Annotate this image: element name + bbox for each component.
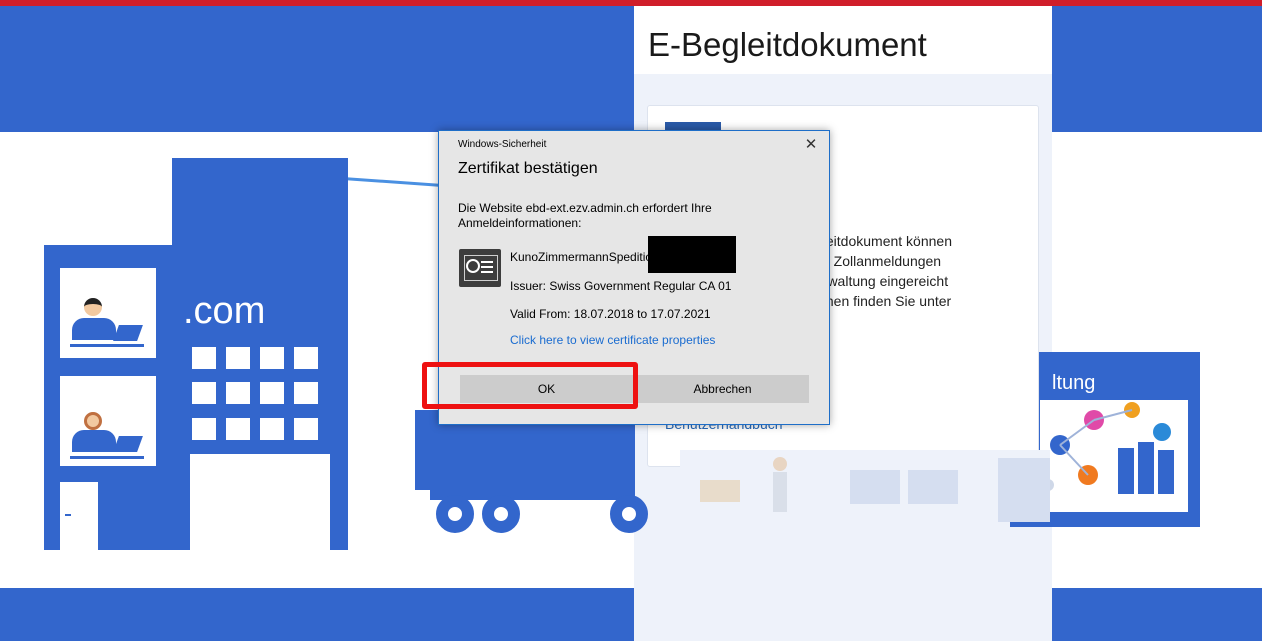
banner-band-bottom-left [0,588,634,641]
dialog-caption: Windows-Sicherheit [458,139,547,150]
tower-window [226,382,250,404]
desk-line [70,456,144,459]
certificate-line [481,261,493,263]
banner-band-top-left [0,6,634,132]
illustration-com-label: .com [183,290,266,332]
truck-wheel-icon [436,495,474,533]
door-handle [65,514,71,516]
tower-window [192,347,216,369]
tower-window [192,382,216,404]
banner-band-top-right [1052,6,1262,132]
person-head-icon [84,298,102,316]
tower-window [226,347,250,369]
card-text-line-2: ec Zollanmeldungen [815,253,942,269]
ok-highlight-annotation [422,362,638,409]
illustration-office-tower-base [190,454,330,550]
person-body-icon [72,430,116,452]
certificate-validity: Valid From: 18.07.2018 to 17.07.2021 [510,307,711,321]
tower-window [260,382,284,404]
illustration-window-lower [60,376,156,466]
card-text-line-4: ionen finden Sie unter [815,293,952,309]
redaction-block [648,236,736,273]
certificate-issuer: Issuer: Swiss Government Regular CA 01 [510,279,732,293]
person-body-icon [72,318,116,340]
tower-window [260,347,284,369]
close-icon[interactable]: ✕ [803,135,819,153]
illustration-network-panel [1040,400,1188,512]
tower-window [294,418,318,440]
certificate-seal-icon [466,259,480,273]
desk-line [70,344,144,347]
dialog-title: Zertifikat bestätigen [458,160,598,177]
certificate-name[interactable]: KunoZimmermannSpeditio [510,250,652,264]
person-head-icon [84,412,102,430]
certificate-line [481,271,493,273]
truck-wheel-icon [482,495,520,533]
tower-window [226,418,250,440]
tower-window [260,418,284,440]
illustration-door [60,482,98,550]
dialog-message: Die Website ebd-ext.ezv.admin.ch erforde… [458,201,712,230]
certificate-line [481,266,493,268]
card-text-line-1: gleitdokument können [815,233,952,249]
illustration-administration-label: ltung [1052,372,1096,394]
cancel-button[interactable]: Abbrechen [636,375,809,403]
certificate-properties-link[interactable]: Click here to view certificate propertie… [510,333,715,347]
card-text-line-3: erwaltung eingereicht [815,273,949,289]
truck-wheel-icon [610,495,648,533]
banner-band-bottom-right [1052,588,1262,641]
network-graphic [1042,402,1174,494]
tower-window [294,347,318,369]
illustration-people-strip [680,450,1050,522]
tower-window [294,382,318,404]
page-title: E-Begleitdokument [648,26,927,63]
people-graphic [700,457,1050,522]
tower-window [192,418,216,440]
